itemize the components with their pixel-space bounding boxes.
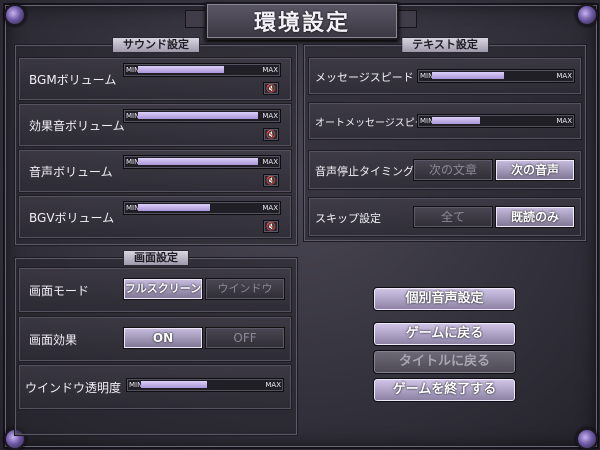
skip-all-option[interactable]: 全て [413, 206, 493, 228]
corner-gem-icon [576, 4, 598, 26]
message-speed-label: メッセージスピード [315, 71, 414, 84]
return-to-game-button[interactable]: ゲームに戻る [373, 322, 516, 346]
volume-label: 効果音ボリューム [29, 119, 125, 133]
volume-label: BGMボリューム [29, 73, 117, 87]
mute-toggle-icon[interactable]: 🔇 [263, 82, 279, 95]
mute-toggle-icon[interactable]: 🔇 [263, 220, 279, 233]
slider-fill [138, 204, 210, 211]
skip-read-only-option[interactable]: 既読のみ [495, 206, 575, 228]
sound-volume-row: BGVボリューム MIN MAX 🔇 [18, 195, 292, 239]
screen-mode-label: 画面モード [29, 284, 90, 298]
auto-speed-row: オートメッセージスピード MIN MAX [308, 102, 582, 140]
window-opacity-slider[interactable]: MIN MAX [126, 378, 284, 392]
text-panel-header: テキスト設定 [401, 37, 489, 53]
slider-fill [138, 66, 224, 73]
corner-gem-icon [576, 428, 598, 450]
mute-toggle-icon[interactable]: 🔇 [263, 128, 279, 141]
volume-slider[interactable]: MIN MAX [123, 63, 281, 77]
sound-volume-row: BGMボリューム MIN MAX 🔇 [18, 57, 292, 101]
volume-slider[interactable]: MIN MAX [123, 109, 281, 123]
volume-label: BGVボリューム [29, 211, 115, 225]
title-plate: 環境設定 [205, 2, 399, 40]
voice-settings-button[interactable]: 個別音声設定 [373, 287, 516, 311]
screen-mode-row: 画面モード フルスクリーン ウインドウ [18, 267, 292, 313]
page-title: 環境設定 [253, 10, 350, 36]
message-speed-slider[interactable]: MIN MAX [417, 69, 575, 83]
volume-slider[interactable]: MIN MAX [123, 155, 281, 169]
voice-stop-label: 音声停止タイミング [315, 165, 414, 178]
window-opacity-label: ウインドウ透明度 [25, 381, 122, 395]
sound-volume-row: 音声ボリューム MIN MAX 🔇 [18, 149, 292, 193]
quit-game-button[interactable]: ゲームを終了する [373, 378, 516, 402]
voice-stop-next-voice-option[interactable]: 次の音声 [495, 159, 575, 181]
skip-label: スキップ設定 [315, 212, 381, 225]
slider-fill [432, 117, 480, 124]
effect-off-option[interactable]: OFF [205, 327, 285, 349]
volume-label: 音声ボリューム [29, 165, 113, 179]
screen-effect-row: 画面効果 ON OFF [18, 316, 292, 362]
corner-gem-icon [4, 4, 26, 26]
slider-fill [141, 381, 207, 388]
window-opacity-row: ウインドウ透明度 MIN MAX [18, 364, 292, 410]
skip-row: スキップ設定 全て 既読のみ [308, 197, 582, 237]
sound-volume-row: 効果音ボリューム MIN MAX 🔇 [18, 103, 292, 147]
slider-fill [138, 158, 258, 165]
sound-panel-header: サウンド設定 [112, 37, 200, 53]
window-mode-option[interactable]: ウインドウ [205, 278, 285, 300]
voice-stop-row: 音声停止タイミング 次の文章 次の音声 [308, 150, 582, 190]
mute-toggle-icon[interactable]: 🔇 [263, 174, 279, 187]
voice-stop-next-text-option[interactable]: 次の文章 [413, 159, 493, 181]
fullscreen-option[interactable]: フルスクリーン [123, 278, 203, 300]
slider-fill [432, 72, 504, 79]
screen-effect-label: 画面効果 [29, 333, 78, 347]
return-to-title-button[interactable]: タイトルに戻る [373, 350, 516, 374]
auto-speed-slider[interactable]: MIN MAX [417, 114, 575, 128]
message-speed-row: メッセージスピード MIN MAX [308, 57, 582, 95]
slider-fill [138, 112, 258, 119]
effect-on-option[interactable]: ON [123, 327, 203, 349]
volume-slider[interactable]: MIN MAX [123, 201, 281, 215]
screen-panel-header: 画面設定 [123, 250, 189, 266]
